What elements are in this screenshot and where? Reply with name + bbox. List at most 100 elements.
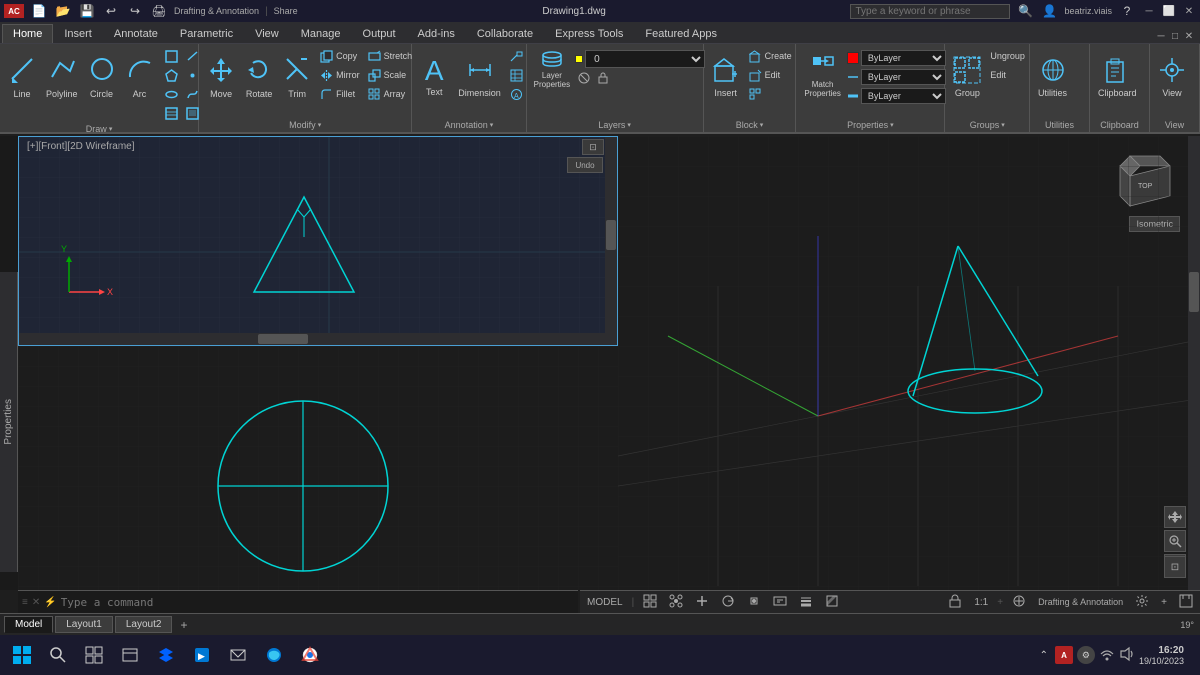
draw-rect-btn[interactable] [162,47,181,65]
taskbar-search-btn[interactable] [40,637,76,673]
properties-side-panel[interactable]: Properties [0,272,18,572]
clipboard-btn[interactable]: Clipboard [1094,47,1141,107]
autocad-tray-icon[interactable]: A [1055,646,1073,664]
block-palette-btn[interactable] [746,85,795,103]
annotation-expand-icon[interactable]: ▾ [490,121,494,129]
osnap-btn[interactable] [744,594,764,611]
model-space-btn[interactable]: MODEL [584,597,626,608]
viewport-front[interactable]: [+][Front][2D Wireframe] ⊡ Undo [18,136,618,346]
pan-btn[interactable] [1164,506,1186,528]
tab-view[interactable]: View [244,24,290,43]
trim-btn[interactable]: Trim [279,47,315,107]
fullscreen-btn[interactable]: ⊡ [1164,556,1186,578]
wifi-icon[interactable] [1099,646,1115,665]
rotate-btn[interactable]: Rotate [241,47,277,107]
full-screen-btn[interactable] [1176,594,1196,611]
ungroup-btn[interactable]: Ungroup [987,47,1028,65]
snap-btn[interactable] [666,594,686,611]
linetype-select[interactable]: ByLayer [861,69,946,85]
undo-small-btn[interactable]: Undo [567,157,603,173]
qat-save[interactable]: 💾 [78,2,96,20]
tab-model[interactable]: Model [4,616,53,633]
custom-model-btn[interactable] [1009,594,1029,611]
qat-new[interactable]: 📄 [30,2,48,20]
groups-expand-icon[interactable]: ▾ [1001,121,1005,129]
taskbar-chrome-btn[interactable] [292,637,328,673]
qat-undo[interactable]: ↩ [102,2,120,20]
lock-layer-btn[interactable] [594,69,612,87]
command-input[interactable] [61,596,574,609]
minimize-btn[interactable]: ─ [1142,4,1156,18]
task-view-btn[interactable] [76,637,112,673]
zoom-btn[interactable] [1164,530,1186,552]
block-expand-icon[interactable]: ▾ [760,121,764,129]
tab-addins[interactable]: Add-ins [407,24,466,43]
tray-icons[interactable]: ⌃ [1037,650,1051,661]
taskbar-mail-btn[interactable] [220,637,256,673]
dyn-input-btn[interactable] [770,594,790,611]
tab-output[interactable]: Output [352,24,407,43]
add-layout-btn[interactable]: + [174,616,193,634]
tab-annotate[interactable]: Annotate [103,24,169,43]
utilities-btn[interactable]: Utilities [1034,47,1071,107]
add-statusbar-btn[interactable]: + [1158,597,1170,608]
user-icon[interactable]: 👤 [1040,2,1058,20]
lineweight-btn[interactable] [796,594,816,611]
array-btn[interactable]: Array [365,85,416,103]
tab-home[interactable]: Home [2,24,53,43]
start-btn[interactable] [4,637,40,673]
view-btn[interactable]: View [1154,47,1190,107]
arc-btn[interactable]: Arc [122,47,158,107]
help-icon[interactable]: ? [1118,2,1136,20]
qat-plot[interactable]: 🖨 [150,2,168,20]
qat-open[interactable]: 📂 [54,2,72,20]
modify-expand-icon[interactable]: ▾ [318,121,322,129]
properties-expand-icon[interactable]: ▾ [890,121,894,129]
scroll-v-3d[interactable] [1188,136,1200,590]
scale-btn[interactable]: Scale [365,66,416,84]
freeze-layer-btn[interactable] [575,69,593,87]
copy-btn[interactable]: Copy [317,47,363,65]
circle-btn[interactable]: Circle [84,47,120,107]
settings-btn[interactable] [1132,594,1152,611]
taskbar-dropbox-btn[interactable] [148,637,184,673]
group-btn[interactable]: Group [949,47,985,107]
match-properties-btn[interactable]: MatchProperties [800,49,844,105]
tab-parametric[interactable]: Parametric [169,24,244,43]
draw-expand-icon[interactable]: ▾ [109,125,113,133]
taskbar-edge-btn[interactable] [256,637,292,673]
tab-manage[interactable]: Manage [290,24,352,43]
close-btn[interactable]: ✕ [1182,4,1196,18]
create-block-btn[interactable]: Create [746,47,795,65]
tab-layout2[interactable]: Layout2 [115,616,173,633]
tab-featured-apps[interactable]: Featured Apps [634,24,728,43]
draw-hatch-btn[interactable] [162,104,181,122]
search-icon[interactable]: 🔍 [1016,2,1034,20]
tab-express-tools[interactable]: Express Tools [544,24,634,43]
tab-insert[interactable]: Insert [53,24,103,43]
table-btn[interactable] [507,66,526,84]
tab-collaborate[interactable]: Collaborate [466,24,544,43]
line-btn[interactable]: Line [4,47,40,107]
share-btn[interactable]: Share [274,6,298,16]
mirror-btn[interactable]: Mirror [317,66,363,84]
ribbon-restore-btn[interactable]: □ [1168,29,1182,43]
polar-btn[interactable] [718,594,738,611]
ribbon-close-btn[interactable]: ✕ [1182,29,1196,43]
dimension-btn[interactable]: Dimension [454,47,505,107]
restore-btn[interactable]: ⬜ [1162,4,1176,18]
draw-ellipse-btn[interactable] [162,85,181,103]
workspace-status-btn[interactable]: Drafting & Annotation [1035,597,1126,608]
ortho-btn[interactable] [692,594,712,611]
volume-icon[interactable] [1119,646,1135,665]
polyline-btn[interactable]: Polyline [42,47,82,107]
qat-redo[interactable]: ↪ [126,2,144,20]
color-select[interactable]: ByLayer [861,50,946,66]
group-edit-btn[interactable]: Edit [987,66,1028,84]
mark-btn[interactable]: A [507,85,526,103]
scroll-v-front[interactable] [605,137,617,345]
tab-layout1[interactable]: Layout1 [55,616,113,633]
taskbar-store-btn[interactable]: ▶ [184,637,220,673]
multileader-btn[interactable] [507,47,526,65]
search-input[interactable] [850,4,1010,19]
